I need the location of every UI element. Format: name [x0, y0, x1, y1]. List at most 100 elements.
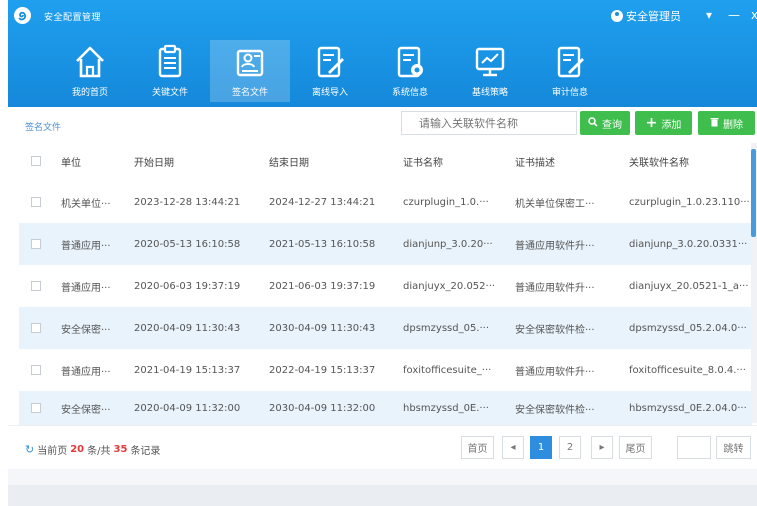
row-checkbox[interactable]: [31, 365, 41, 375]
count-prefix: 当前页: [37, 446, 68, 457]
nav-item-offline-import[interactable]: 离线导入: [290, 40, 370, 102]
cell-software: dianjunp_3.0.20.0331···: [629, 238, 748, 250]
table-row[interactable]: 安全保密··· 2020-04-09 11:32:00 2030-04-09 1…: [19, 391, 752, 425]
table-row[interactable]: 普通应用··· 2020-06-03 19:37:19 2021-06-03 1…: [19, 265, 752, 307]
plus-icon: +: [645, 115, 658, 131]
cell-end-date: 2030-04-09 11:30:43: [269, 322, 376, 334]
status-bar: [8, 485, 757, 506]
app-title: 安全配置管理: [44, 13, 102, 23]
top-header: 安全配置管理 安全管理员 ▾ — x 我的首页 关键文件 签名文件 离线导入 系…: [8, 0, 757, 107]
nav-label: 签名文件: [231, 88, 268, 98]
nav-item-signature-files[interactable]: 签名文件: [210, 40, 290, 102]
row-checkbox[interactable]: [31, 323, 41, 333]
cell-cert-desc: 机关单位保密工···: [515, 198, 595, 210]
last-page-button[interactable]: 尾页: [619, 436, 652, 459]
table-row[interactable]: 安全保密··· 2020-04-09 11:30:43 2030-04-09 1…: [19, 307, 752, 349]
cell-cert-name: hbsmzyssd_0E.···: [403, 402, 489, 414]
page-jump-input[interactable]: [677, 436, 711, 459]
breadcrumb: 签名文件: [25, 123, 62, 133]
user-menu[interactable]: 安全管理员: [611, 8, 681, 24]
cell-start-date: 2020-04-09 11:32:00: [134, 402, 241, 414]
prev-page-button[interactable]: ◂: [502, 436, 524, 459]
cell-start-date: 2020-06-03 19:37:19: [134, 280, 241, 292]
row-checkbox[interactable]: [31, 239, 41, 249]
nav-label: 关键文件: [151, 88, 188, 98]
cell-start-date: 2023-12-28 13:44:21: [134, 196, 241, 208]
dropdown-menu-button[interactable]: ▾: [706, 8, 712, 22]
cell-end-date: 2024-12-27 13:44:21: [269, 196, 376, 208]
column-header-cert-desc[interactable]: 证书描述: [515, 154, 615, 169]
cell-cert-name: czurplugin_1.0.···: [403, 196, 489, 208]
column-header-software[interactable]: 关联软件名称: [629, 154, 749, 169]
main-content: 签名文件 查询 + 添加 删除 单位 开始日期 结束日期 证书名称: [8, 107, 757, 469]
nav-label: 离线导入: [311, 88, 348, 98]
row-checkbox[interactable]: [31, 281, 41, 291]
table-row[interactable]: 普通应用··· 2020-05-13 16:10:58 2021-05-13 1…: [19, 223, 752, 265]
jump-button[interactable]: 跳转: [716, 436, 751, 459]
page-2-button[interactable]: 2: [559, 436, 581, 459]
search-input[interactable]: [401, 111, 577, 135]
nav-item-key-files[interactable]: 关键文件: [130, 40, 210, 102]
monitor-chart-icon: [475, 47, 505, 77]
cell-cert-desc: 安全保密软件检···: [515, 324, 595, 336]
pagination-bar: ↻ 当前页 20 条/共 35 条记录 首页 ◂ 1 2 ▸ 尾页 跳转: [8, 425, 757, 469]
cell-cert-name: dianjunp_3.0.20···: [403, 238, 493, 250]
nav-label: 审计信息: [551, 88, 588, 98]
document-icon: [158, 44, 182, 78]
cell-unit: 普通应用···: [61, 240, 111, 252]
system-info-icon: [397, 46, 423, 78]
cell-end-date: 2021-05-13 16:10:58: [269, 238, 376, 250]
row-checkbox[interactable]: [31, 403, 41, 413]
next-page-button[interactable]: ▸: [591, 436, 613, 459]
audit-icon: [557, 46, 584, 78]
cell-cert-desc: 普通应用软件升···: [515, 282, 595, 294]
cell-unit: 安全保密···: [61, 404, 111, 416]
app-logo-icon: [14, 7, 31, 24]
add-button[interactable]: + 添加: [635, 111, 692, 135]
cell-end-date: 2022-04-19 15:13:37: [269, 364, 376, 376]
page-size-value: 20: [70, 444, 85, 455]
cell-cert-name: foxitofficesuite_···: [403, 364, 492, 376]
cell-end-date: 2021-06-03 19:37:19: [269, 280, 376, 292]
cell-end-date: 2030-04-09 11:32:00: [269, 402, 376, 414]
column-header-unit[interactable]: 单位: [61, 154, 121, 169]
cell-start-date: 2020-05-13 16:10:58: [134, 238, 241, 250]
refresh-icon[interactable]: ↻: [25, 443, 34, 456]
scrollbar-thumb[interactable]: [751, 149, 756, 237]
first-page-button[interactable]: 首页: [461, 436, 494, 459]
title-bar: 安全配置管理 安全管理员 ▾ — x: [8, 0, 757, 32]
cell-software: dpsmzyssd_05.2.04.0···: [629, 322, 747, 334]
page-1-button[interactable]: 1: [530, 436, 552, 459]
nav-item-system-info[interactable]: 系统信息: [370, 40, 450, 102]
table-row[interactable]: 普通应用··· 2021-04-19 15:13:37 2022-04-19 1…: [19, 349, 752, 391]
cell-cert-name: dpsmzyssd_05.···: [403, 322, 490, 334]
close-button[interactable]: x: [751, 8, 757, 22]
record-count: ↻ 当前页 20 条/共 35 条记录: [25, 442, 160, 457]
table-row[interactable]: 机关单位··· 2023-12-28 13:44:21 2024-12-27 1…: [19, 181, 752, 223]
nav-label: 基线策略: [471, 88, 508, 98]
cell-software: hbsmzyssd_0E.2.04.0···: [629, 402, 747, 414]
nav-label: 系统信息: [391, 88, 428, 98]
search-button[interactable]: 查询: [580, 111, 630, 135]
total-records-value: 35: [113, 444, 128, 455]
column-header-cert-name[interactable]: 证书名称: [403, 154, 503, 169]
select-all-checkbox[interactable]: [31, 156, 41, 166]
trash-icon: [710, 117, 719, 130]
cell-software: dianjuyx_20.0521-1_a···: [629, 280, 749, 292]
table-header-row: 单位 开始日期 结束日期 证书名称 证书描述 关联软件名称: [19, 141, 752, 181]
cell-software: czurplugin_1.0.23.110···: [629, 196, 749, 208]
cell-cert-desc: 普通应用软件升···: [515, 240, 595, 252]
minimize-button[interactable]: —: [728, 8, 740, 22]
nav-item-audit-info[interactable]: 审计信息: [530, 40, 610, 102]
nav-item-home[interactable]: 我的首页: [50, 40, 130, 102]
cell-cert-desc: 普通应用软件升···: [515, 366, 595, 378]
column-header-start-date[interactable]: 开始日期: [134, 154, 264, 169]
column-header-end-date[interactable]: 结束日期: [269, 154, 399, 169]
user-icon: [611, 10, 623, 22]
row-checkbox[interactable]: [31, 197, 41, 207]
nav-item-baseline-policy[interactable]: 基线策略: [450, 40, 530, 102]
cell-unit: 机关单位···: [61, 198, 111, 210]
home-icon: [76, 46, 104, 78]
delete-button[interactable]: 删除: [698, 111, 755, 135]
signature-file-icon: [236, 49, 264, 77]
